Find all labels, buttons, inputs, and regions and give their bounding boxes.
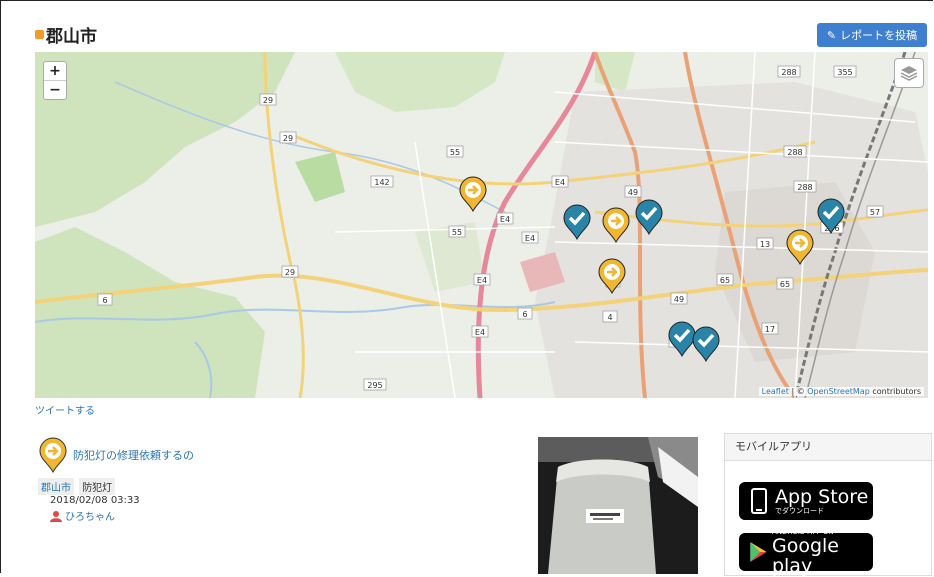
arrow-marker-icon	[602, 207, 630, 244]
route-shield: 13	[756, 237, 774, 250]
svg-text:E4: E4	[525, 234, 535, 243]
route-shield: 355	[833, 65, 857, 78]
route-shield: 288	[783, 145, 807, 158]
svg-text:142: 142	[374, 178, 389, 187]
svg-text:13: 13	[760, 240, 770, 249]
svg-text:E4: E4	[500, 215, 510, 224]
route-shield: E4	[473, 273, 491, 286]
svg-text:49: 49	[674, 295, 684, 304]
route-shield: 65	[716, 273, 734, 286]
post-user[interactable]: ひろちゃん	[50, 508, 115, 523]
leaflet-link[interactable]: Leaflet	[762, 387, 789, 396]
svg-text:29: 29	[263, 96, 273, 105]
route-shield: E4	[521, 231, 539, 244]
check-marker-icon	[563, 204, 591, 241]
streetlight-photo	[538, 437, 698, 574]
svg-text:49: 49	[628, 188, 638, 197]
post-report-label: レポートを投稿	[840, 29, 918, 42]
svg-text:295: 295	[367, 381, 382, 390]
route-shield: 288	[793, 180, 817, 193]
route-shield: 55	[448, 225, 466, 238]
route-shield: 4	[602, 310, 618, 323]
google-play-title: Google play	[771, 535, 839, 577]
route-shield: 49	[670, 292, 688, 305]
svg-text:17: 17	[765, 325, 775, 334]
svg-text:E4: E4	[475, 328, 485, 337]
post-user-name: ひろちゃん	[65, 512, 115, 523]
tag-city[interactable]: 郡山市	[38, 478, 74, 495]
route-shield: 29	[259, 93, 277, 106]
zoom-control: + −	[43, 61, 67, 100]
arrow-marker-icon	[598, 258, 626, 295]
svg-text:288: 288	[781, 68, 796, 77]
svg-text:57: 57	[870, 208, 880, 217]
tag-category: 防犯灯	[79, 478, 116, 495]
route-shield: 6	[517, 307, 533, 320]
svg-text:6: 6	[102, 296, 107, 305]
route-shield: 17	[761, 322, 779, 335]
svg-text:E4: E4	[555, 178, 565, 187]
check-marker-icon	[668, 321, 696, 358]
arrow-marker-icon	[459, 176, 487, 213]
arrow-marker-icon	[786, 229, 814, 266]
arrow-marker-icon	[39, 437, 67, 473]
map[interactable]: 2929295555E4E4E4E4E414244494949656566288…	[35, 52, 928, 398]
post-photo[interactable]	[538, 437, 698, 574]
user-icon	[50, 510, 62, 522]
svg-text:4: 4	[607, 313, 612, 322]
layers-icon	[900, 66, 918, 81]
zoom-out-button[interactable]: −	[44, 81, 66, 99]
post-report-button[interactable]: ✎ レポートを投稿	[817, 23, 927, 47]
page-title: 郡山市	[46, 27, 97, 47]
route-shield: 142	[370, 175, 394, 188]
svg-text:355: 355	[837, 68, 852, 77]
layers-button[interactable]	[894, 58, 924, 88]
attribution-sep: | ©	[788, 387, 808, 396]
svg-text:288: 288	[787, 148, 802, 157]
route-shield: 57	[866, 205, 884, 218]
svg-text:65: 65	[720, 276, 730, 285]
google-play-badge[interactable]: ANDROID APP ON Google play	[739, 528, 873, 576]
route-shield: E4	[551, 175, 569, 188]
rss-icon[interactable]	[35, 30, 44, 39]
route-shield: 49	[624, 185, 642, 198]
mobile-app-heading: モバイルアプリ	[725, 434, 931, 461]
zoom-in-button[interactable]: +	[44, 62, 66, 81]
osm-link[interactable]: OpenStreetMap	[807, 387, 870, 396]
check-marker-icon	[635, 199, 663, 236]
route-shield: 288	[777, 65, 801, 78]
post-tags: 郡山市 防犯灯	[38, 478, 117, 495]
play-icon	[750, 542, 767, 562]
route-shield: 55	[446, 145, 464, 158]
route-shield: 29	[279, 131, 297, 144]
post-date: 2018/02/08 03:33	[50, 495, 140, 506]
svg-text:29: 29	[283, 134, 293, 143]
phone-icon	[751, 488, 767, 514]
svg-text:55: 55	[452, 228, 462, 237]
post-title-link[interactable]: 防犯灯の修理依頼するの	[73, 447, 194, 463]
map-attribution: Leaflet | © OpenStreetMap contributors	[758, 387, 924, 396]
route-shield: E4	[496, 212, 514, 225]
route-shield: 295	[363, 378, 387, 391]
svg-text:65: 65	[780, 280, 790, 289]
mobile-app-panel: モバイルアプリ App Store でダウンロード ANDROID APP ON…	[724, 433, 932, 576]
tweet-link[interactable]: ツイートする	[35, 405, 95, 418]
route-shield: 6	[97, 293, 113, 306]
attribution-rest: contributors	[869, 387, 921, 396]
app-store-subtitle: でダウンロード	[775, 507, 824, 515]
svg-text:29: 29	[285, 268, 295, 277]
svg-text:6: 6	[522, 310, 527, 319]
app-store-title: App Store	[775, 486, 869, 508]
edit-icon: ✎	[826, 28, 837, 42]
marker-layer: 2929295555E4E4E4E4E414244494949656566288…	[97, 65, 884, 391]
app-store-badge[interactable]: App Store でダウンロード	[739, 482, 873, 520]
route-shield: 65	[776, 277, 794, 290]
route-shield: E4	[471, 325, 489, 338]
check-marker-icon	[692, 326, 720, 363]
svg-text:55: 55	[450, 148, 460, 157]
svg-text:288: 288	[797, 183, 812, 192]
route-shield: 29	[281, 265, 299, 278]
svg-text:E4: E4	[477, 276, 487, 285]
